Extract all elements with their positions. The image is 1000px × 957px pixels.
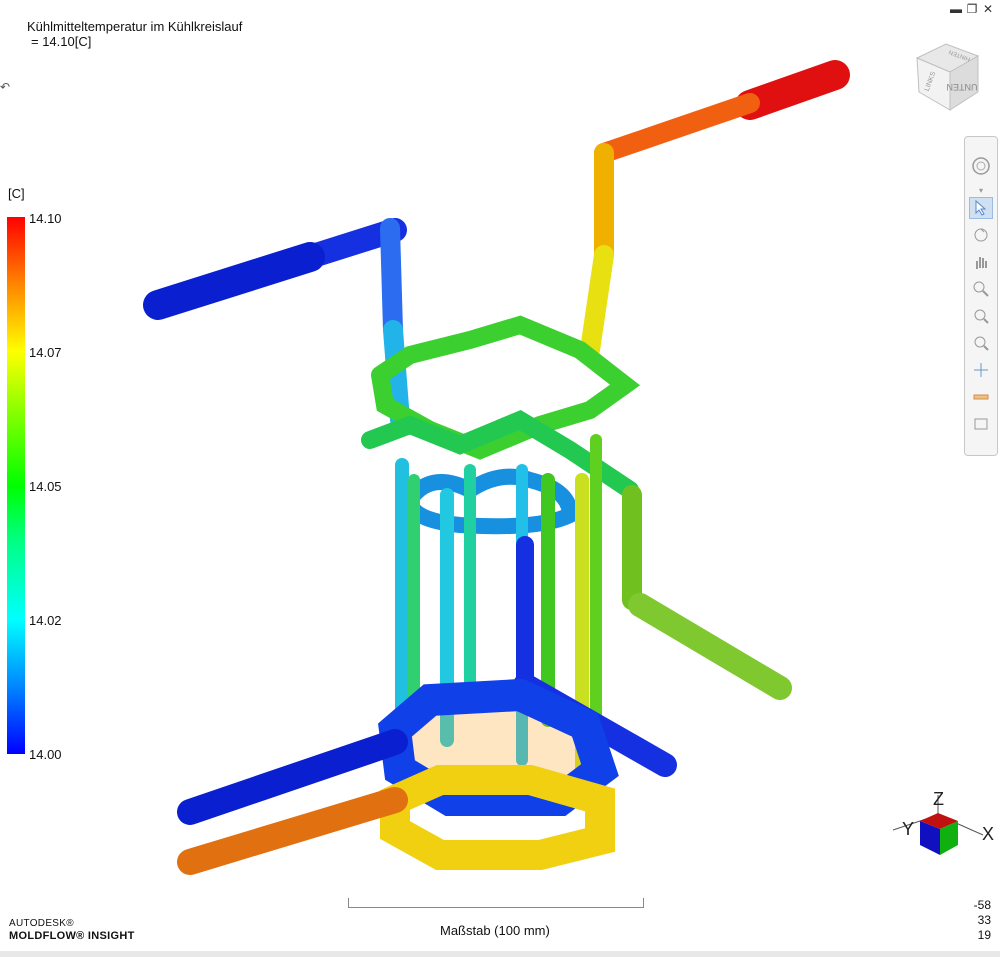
view-angle-y: 33 [977, 913, 991, 927]
scale-label: Maßstab (100 mm) [440, 923, 550, 938]
legend-tick: 14.02 [29, 613, 62, 628]
legend-tick: 14.05 [29, 479, 62, 494]
result-title: Kühlmitteltemperatur im Kühlkreislauf = … [27, 19, 242, 49]
minimize-icon[interactable]: ▬ [950, 2, 962, 16]
rotate-icon[interactable] [969, 224, 993, 246]
select-icon[interactable] [969, 197, 993, 219]
view-angle-z: 19 [977, 928, 991, 942]
brand-logo: AUTODESK® MOLDFLOW® INSIGHT [9, 918, 135, 942]
display-icon[interactable] [969, 413, 993, 435]
pan-icon[interactable] [969, 251, 993, 273]
restore-icon[interactable]: ❐ [966, 2, 978, 16]
center-icon[interactable] [969, 359, 993, 381]
status-strip [0, 951, 1000, 957]
triad-x-label: X [982, 824, 994, 844]
brand-line2: MOLDFLOW® INSIGHT [9, 930, 135, 942]
view-angle-x: -58 [973, 898, 991, 912]
zoom-fit-icon[interactable] [969, 332, 993, 354]
zoom-icon[interactable] [969, 278, 993, 300]
legend-colorbar [7, 217, 25, 754]
axis-triad: Z Y X [892, 789, 994, 855]
scale-bar [348, 898, 644, 908]
window-controls: ▬ ❐ ✕ [950, 2, 994, 16]
result-title-line2: = 14.10[C] [31, 34, 92, 49]
legend-unit: [C] [8, 186, 25, 201]
measure-icon[interactable] [969, 386, 993, 408]
viewcube-face-unten[interactable]: UNTEN [947, 82, 978, 92]
legend-tick: 14.07 [29, 345, 62, 360]
cooling-circuit-model [143, 60, 850, 875]
triad-z-label: Z [933, 789, 944, 809]
viewcube[interactable]: UNTEN LINKS HINTEN [912, 40, 982, 114]
brand-line1: AUTODESK® [9, 918, 74, 929]
view-angles: -58 33 19 [974, 898, 991, 943]
home-icon[interactable] [969, 155, 993, 177]
panel-edge-icon[interactable]: ↶ [0, 80, 10, 94]
zoom-window-icon[interactable] [969, 305, 993, 327]
legend-tick-min: 14.00 [29, 747, 62, 762]
result-title-line1: Kühlmitteltemperatur im Kühlkreislauf [27, 19, 243, 34]
close-icon[interactable]: ✕ [982, 2, 994, 16]
triad-y-label: Y [902, 819, 914, 839]
navigation-toolbar: ▾ [964, 136, 998, 456]
legend-tick-max: 14.10 [29, 211, 62, 226]
